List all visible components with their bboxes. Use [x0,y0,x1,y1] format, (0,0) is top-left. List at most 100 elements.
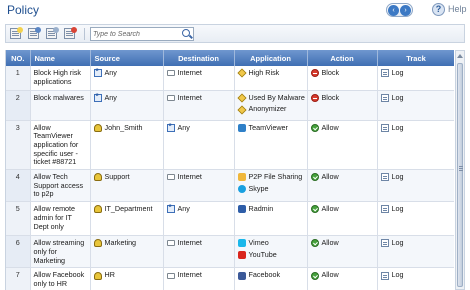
rule-source[interactable]: HR [90,267,164,290]
internet-icon [166,240,175,247]
rule-destination[interactable]: Any [163,201,235,237]
column-header-no[interactable]: NO. [6,50,31,66]
rule-track[interactable]: Log [377,90,454,121]
rule-source[interactable]: Support [90,169,164,203]
search-input[interactable] [93,29,177,39]
action-label: Block [321,68,340,77]
rule-action[interactable]: Allow [307,120,378,171]
rule-action[interactable]: Allow [307,169,378,203]
column-header-name[interactable]: Name [30,50,91,66]
application-label: P2P File Sharing [248,172,303,182]
rule-source[interactable]: John_Smith [90,120,164,171]
table-row[interactable]: 4 Allow Tech Support access to p2p Suppo… [6,169,454,203]
group-icon [93,271,102,280]
source-label: Marketing [104,238,137,248]
rule-destination[interactable]: Any [163,120,235,171]
destination-label: Internet [177,172,202,182]
forward-icon[interactable]: › [400,5,411,16]
rule-action[interactable]: Allow [307,235,378,269]
rule-destination[interactable]: Internet [163,90,235,121]
tag-icon [236,93,247,103]
table-row[interactable]: 2 Block malwares Any Internet Used By Ma… [6,90,454,121]
table-row[interactable]: 7 Allow Facebook only to HR HR Internet … [6,267,454,290]
any-icon [166,204,175,214]
scrollbar-thumb[interactable] [457,63,463,287]
rule-name[interactable]: Allow remote admin for IT Dept only [30,201,91,237]
log-icon [380,123,389,132]
allow-icon [310,123,319,132]
allow-icon [310,271,319,280]
help-icon[interactable]: ? [432,3,445,16]
application-label: Skype [248,183,269,193]
rule-application[interactable]: Vimeo YouTube [234,235,308,269]
track-label: Log [391,238,404,248]
rule-number: 6 [6,235,31,269]
rule-track[interactable]: Log [377,267,454,290]
rule-destination[interactable]: Internet [163,169,235,203]
column-header-track[interactable]: Track [377,50,454,66]
tag-icon [236,105,247,115]
rule-destination[interactable]: Internet [163,267,235,290]
track-label: Log [391,122,404,132]
rule-application[interactable]: Radmin [234,201,308,237]
column-header-source[interactable]: Source [90,50,164,66]
rule-application[interactable]: P2P File Sharing Skype [234,169,308,203]
scroll-up-icon[interactable] [457,52,463,58]
allow-icon [310,205,319,214]
rule-application[interactable]: TeamViewer [234,120,308,171]
column-header-application[interactable]: Application [234,50,308,66]
rule-track[interactable]: Log [377,201,454,237]
rule-application[interactable]: High Risk [234,66,308,91]
action-label: Allow [321,172,339,182]
delete-rule-icon[interactable] [64,27,77,39]
log-icon [380,239,389,248]
back-icon[interactable]: ‹ [388,5,399,16]
rule-name[interactable]: Block malwares [30,90,91,121]
rule-name[interactable]: Allow streaming only for Marketing [30,235,91,269]
rule-destination[interactable]: Internet [163,235,235,269]
rule-name[interactable]: Allow Tech Support access to p2p [30,169,91,203]
search-icon[interactable] [182,29,190,37]
rule-track[interactable]: Log [377,235,454,269]
teamviewer-icon [237,123,246,132]
rule-source[interactable]: Marketing [90,235,164,269]
rule-number: 2 [6,90,31,121]
any-icon [93,68,102,78]
rule-name[interactable]: Allow TeamViewer application for specifi… [30,120,91,171]
rule-action[interactable]: Allow [307,267,378,290]
page-title: Policy [7,3,40,17]
edit-rule-icon[interactable] [28,27,41,39]
allow-icon [310,173,319,182]
table-row[interactable]: 1 Block High risk applications Any Inter… [6,66,454,91]
rule-name[interactable]: Block High risk applications [30,66,91,91]
rule-application[interactable]: Facebook [234,267,308,290]
help-link[interactable]: Help [448,4,467,14]
column-header-action[interactable]: Action [307,50,378,66]
rule-destination[interactable]: Internet [163,66,235,91]
application-label: High Risk [248,68,280,77]
table-row[interactable]: 5 Allow remote admin for IT Dept only IT… [6,201,454,237]
rule-action[interactable]: Block [307,66,378,91]
copy-rule-icon[interactable] [46,27,59,39]
rule-track[interactable]: Log [377,120,454,171]
search-box[interactable] [90,27,194,41]
new-rule-icon[interactable] [10,27,23,39]
vertical-scrollbar[interactable] [455,50,465,290]
rule-source[interactable]: Any [90,90,164,121]
source-label: IT_Department [104,204,153,214]
rule-track[interactable]: Log [377,169,454,203]
rule-action[interactable]: Block [307,90,378,121]
toolbar-divider [84,28,85,40]
table-row[interactable]: 6 Allow streaming only for Marketing Mar… [6,235,454,269]
rule-track[interactable]: Log [377,66,454,91]
column-header-destination[interactable]: Destination [163,50,235,66]
rule-application[interactable]: Used By Malware Anonymizer [234,90,308,121]
destination-label: Internet [177,92,202,102]
rule-source[interactable]: IT_Department [90,201,164,237]
table-row[interactable]: 3 Allow TeamViewer application for speci… [6,120,454,171]
rule-name[interactable]: Allow Facebook only to HR [30,267,91,290]
rule-action[interactable]: Allow [307,201,378,237]
radmin-icon [237,205,246,214]
rule-source[interactable]: Any [90,66,164,91]
track-label: Log [391,172,404,182]
